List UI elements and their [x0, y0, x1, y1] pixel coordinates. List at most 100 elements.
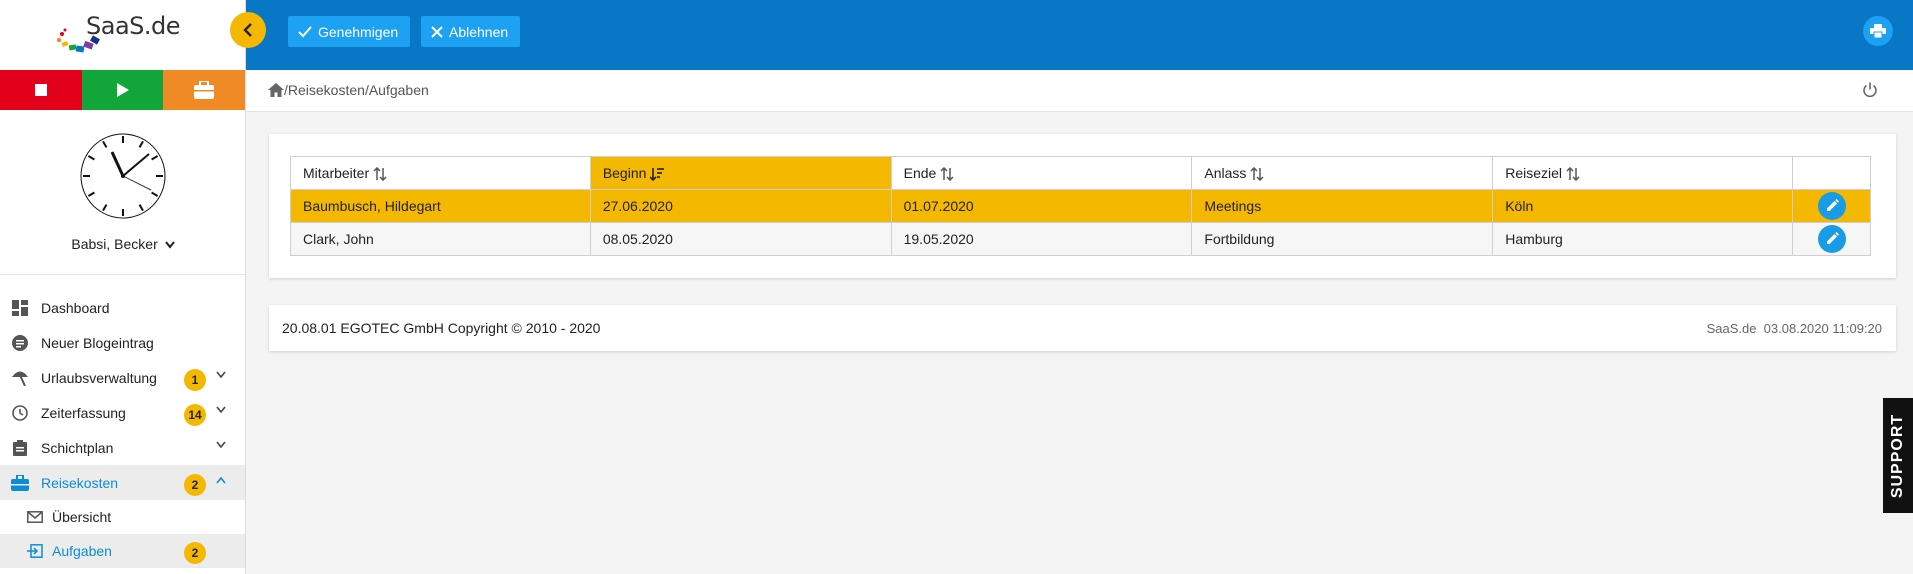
printer-icon: [1870, 24, 1886, 38]
sidebar: SaaS.de Babsi, Becker Dashboard Neuer Bl…: [0, 0, 246, 574]
breadcrumb: / Reisekosten / Aufgaben: [268, 82, 429, 98]
user-menu[interactable]: Babsi, Becker: [0, 236, 246, 252]
support-tab[interactable]: SUPPORT: [1883, 398, 1913, 513]
cell-anlass: Fortbildung: [1191, 222, 1494, 256]
beach-umbrella-icon: [11, 369, 29, 387]
support-label: SUPPORT: [1889, 413, 1906, 498]
column-header-reiseziel[interactable]: Reiseziel: [1492, 156, 1793, 190]
approve-label: Genehmigen: [318, 23, 399, 40]
login-icon: [26, 542, 44, 560]
stop-icon: [34, 84, 47, 96]
cell-mitarbeiter: Clark, John: [290, 222, 591, 256]
pencil-icon: [1826, 232, 1839, 244]
sidebar-menu: Dashboard Neuer Blogeintrag Urlaubsverwa…: [0, 290, 245, 568]
approve-button[interactable]: Genehmigen: [288, 16, 411, 47]
cell-ende: 01.07.2020: [890, 189, 1193, 223]
sort-icon: [1250, 167, 1264, 182]
column-header-mitarbeiter[interactable]: Mitarbeiter: [290, 156, 591, 190]
edit-button[interactable]: [1817, 225, 1846, 253]
footer-copyright: 20.08.01 EGOTEC GmbH Copyright © 2010 - …: [282, 320, 601, 336]
play-icon: [116, 83, 129, 97]
clipboard-icon: [11, 439, 29, 457]
close-icon: [431, 25, 443, 38]
footer-timestamp: SaaS.de 03.08.2020 11:09:20: [1706, 321, 1882, 336]
clock-area: Babsi, Becker: [0, 110, 245, 275]
notification-badge: 2: [184, 542, 206, 564]
print-button[interactable]: [1863, 16, 1893, 46]
column-header-actions: [1792, 156, 1871, 190]
user-name: Babsi, Becker: [71, 236, 158, 252]
start-timer-button[interactable]: [81, 70, 164, 110]
column-header-label: Mitarbeiter: [303, 164, 370, 181]
clock-outline-icon: [11, 404, 29, 422]
breadcrumb-bar: / Reisekosten / Aufgaben: [246, 70, 1913, 112]
sidebar-subitem-uebersicht[interactable]: Übersicht: [0, 500, 245, 534]
power-icon[interactable]: [1862, 82, 1878, 98]
tasks-table: Mitarbeiter Beginn Ende Anlass Reiseziel…: [290, 156, 1871, 256]
notification-badge: 1: [184, 369, 206, 391]
sidebar-subitem-label: Aufgaben: [52, 543, 112, 559]
cell-ende: 19.05.2020: [890, 222, 1193, 256]
cell-mitarbeiter: Baumbusch, Hildegart: [290, 189, 591, 223]
chevron-down-icon: [164, 241, 175, 249]
column-header-beginn[interactable]: Beginn: [589, 156, 892, 190]
column-header-label: Reiseziel: [1505, 164, 1563, 181]
stop-timer-button[interactable]: [0, 70, 82, 110]
cell-actions: [1792, 189, 1871, 223]
table-row[interactable]: Clark, John 08.05.2020 19.05.2020 Fortbi…: [290, 222, 1871, 256]
pencil-icon: [1826, 199, 1839, 211]
sidebar-item-label: Urlaubsverwaltung: [41, 369, 157, 386]
column-header-anlass[interactable]: Anlass: [1191, 156, 1494, 190]
cell-beginn: 08.05.2020: [589, 222, 892, 256]
check-icon: [298, 25, 312, 37]
breadcrumb-reisekosten[interactable]: Reisekosten: [288, 82, 365, 98]
briefcase-icon: [11, 474, 29, 492]
column-header-label: Anlass: [1204, 164, 1247, 181]
home-icon[interactable]: [268, 83, 284, 97]
sort-icon: [940, 167, 954, 182]
footer: 20.08.01 EGOTEC GmbH Copyright © 2010 - …: [269, 305, 1896, 351]
edit-button[interactable]: [1817, 192, 1846, 220]
briefcase-icon: [194, 81, 215, 99]
table-row[interactable]: Baumbusch, Hildegart 27.06.2020 01.07.20…: [290, 189, 1871, 223]
column-header-label: Beginn: [602, 164, 647, 181]
cell-actions: [1792, 222, 1871, 256]
collapse-sidebar-button[interactable]: [230, 12, 266, 48]
sidebar-item-label: Neuer Blogeintrag: [41, 334, 154, 351]
top-bar: Genehmigen Ablehnen: [246, 0, 1913, 70]
sidebar-item-urlaubsverwaltung[interactable]: Urlaubsverwaltung 1: [0, 360, 245, 395]
breadcrumb-aufgaben[interactable]: Aufgaben: [369, 82, 429, 98]
column-header-ende[interactable]: Ende: [890, 156, 1193, 190]
sidebar-item-dashboard[interactable]: Dashboard: [0, 290, 245, 325]
sidebar-item-label: Reisekosten: [41, 474, 119, 491]
chevron-left-icon: [243, 23, 252, 37]
sort-icon: [1566, 167, 1580, 182]
clock-icon: [80, 133, 166, 219]
chevron-down-icon: [216, 371, 226, 379]
chevron-up-icon: [216, 476, 226, 484]
mail-icon: [26, 508, 44, 526]
notification-badge: 14: [184, 404, 206, 426]
business-trip-button[interactable]: [163, 70, 246, 110]
timer-bar: [0, 70, 246, 110]
dashboard-icon: [11, 299, 29, 317]
sidebar-item-blog[interactable]: Neuer Blogeintrag: [0, 325, 245, 360]
sort-descending-icon: [650, 168, 665, 182]
cell-anlass: Meetings: [1191, 189, 1494, 223]
cell-reiseziel: Hamburg: [1492, 222, 1793, 256]
column-header-label: Ende: [903, 164, 937, 181]
chevron-down-icon: [216, 406, 226, 414]
cell-reiseziel: Köln: [1492, 189, 1793, 223]
sidebar-subitem-aufgaben[interactable]: Aufgaben 2: [0, 534, 245, 568]
table-header-row: Mitarbeiter Beginn Ende Anlass Reiseziel: [290, 156, 1871, 190]
sidebar-subitem-label: Übersicht: [52, 509, 112, 525]
sort-icon: [373, 167, 387, 182]
reject-button[interactable]: Ablehnen: [421, 16, 521, 47]
cell-beginn: 27.06.2020: [589, 189, 892, 223]
sidebar-item-schichtplan[interactable]: Schichtplan: [0, 430, 245, 465]
sidebar-item-reisekosten[interactable]: Reisekosten 2: [0, 465, 245, 500]
sidebar-item-zeiterfassung[interactable]: Zeiterfassung 14: [0, 395, 245, 430]
notification-badge: 2: [184, 474, 206, 496]
sidebar-item-label: Schichtplan: [41, 439, 114, 456]
tasks-card: Mitarbeiter Beginn Ende Anlass Reiseziel…: [269, 134, 1896, 278]
